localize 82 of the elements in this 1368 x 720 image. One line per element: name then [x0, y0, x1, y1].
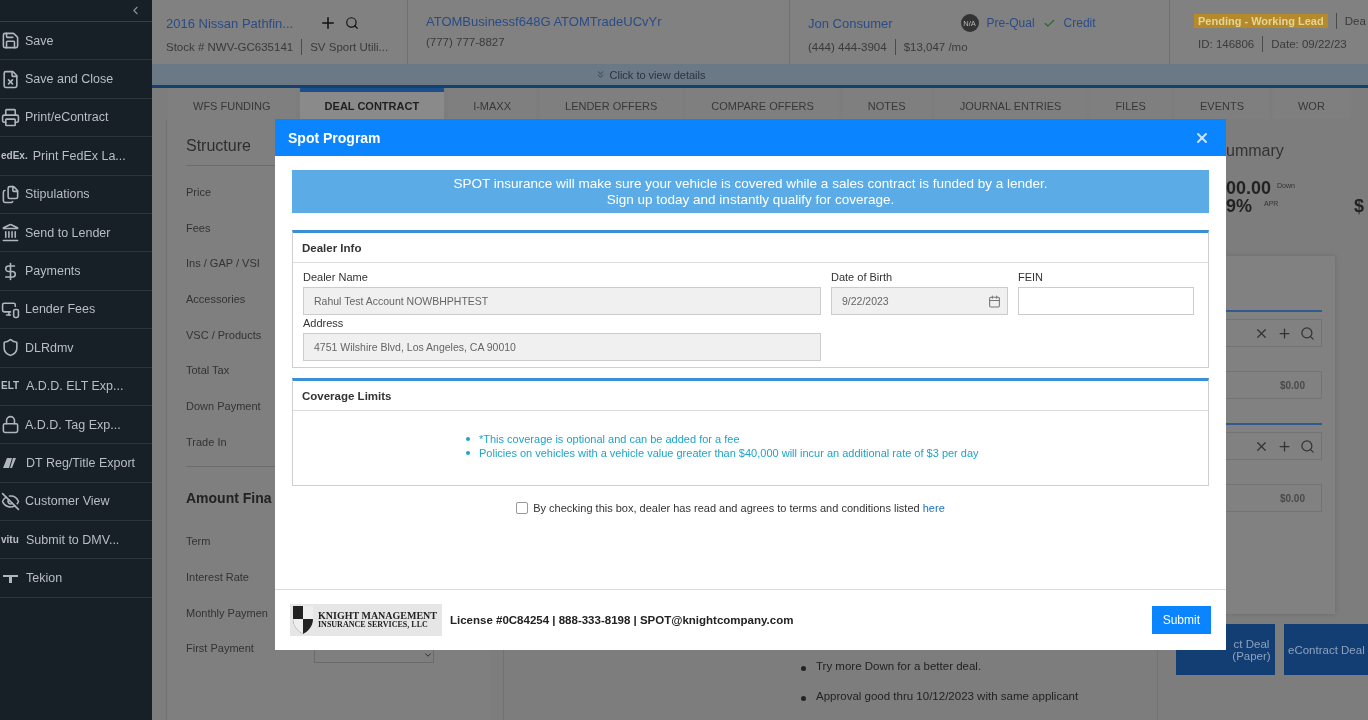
coverage-note: Policies on vehicles with a vehicle value greater than $40,000 will incur an additional rate of $3 per day: [466, 447, 1208, 459]
note-text: Try more Down for a better deal.: [801, 660, 1157, 690]
summary-title: ummary: [1226, 142, 1284, 160]
calendar-icon[interactable]: [988, 294, 1001, 308]
sidebar-item[interactable]: DLRdmv: [0, 329, 152, 368]
panel-title: Dealer Info: [293, 233, 1208, 263]
field-label: Dealer Name: [303, 271, 369, 285]
sidebar-item[interactable]: edEx. Print FedEx La...: [0, 137, 152, 176]
agree-checkbox[interactable]: [516, 502, 529, 514]
save-icon: [1, 31, 20, 51]
add-icon[interactable]: [1277, 325, 1292, 341]
shield-icon: [1, 338, 20, 358]
sidebar-item[interactable]: Print/eContract: [0, 98, 152, 138]
sidebar-item[interactable]: vitu Submit to DMV...: [0, 521, 152, 560]
logo-icon: ELT: [1, 380, 21, 393]
terms-link[interactable]: here: [922, 502, 945, 514]
sidebar-item[interactable]: ELT A.D.D. ELT Exp...: [0, 367, 152, 406]
field-label: Monthly Paymen: [186, 605, 268, 621]
sidebar-item[interactable]: Customer View: [0, 482, 152, 522]
fein-field[interactable]: [1018, 287, 1194, 315]
contact-info: License #0C84254 | 888-333-8198 | SPOT@knightcompany.com: [450, 614, 795, 626]
business-phone: (777) 777-8827: [426, 36, 506, 48]
field-label: Trade In: [186, 434, 227, 450]
company-logo: KNIGHT MANAGEMENT INSURANCE SERVICES, LLC: [290, 604, 442, 636]
contract-button[interactable]: eContract Deal: [1284, 624, 1368, 675]
banner-text: Sign up today and instantly qualify for coverage.: [605, 192, 896, 207]
sidebar-item[interactable]: Lender Fees: [0, 290, 152, 330]
status-badge: Pending - Working Lead: [1194, 14, 1328, 28]
sidebar-item[interactable]: Payments: [0, 252, 152, 291]
field-label: First Payment: [186, 641, 254, 657]
field-label: FEIN: [1018, 271, 1045, 285]
coverage-note: *This coverage is optional and can be added for a fee: [466, 433, 1208, 445]
sidebar-item[interactable]: Stipulations: [0, 175, 152, 214]
stock-number: Stock # NWV-GC635141: [166, 41, 294, 53]
bank-icon: [1, 223, 20, 243]
monitor-icon: [1, 299, 20, 319]
field-label: Address: [303, 317, 345, 331]
sidebar-item[interactable]: A.D.D. Tag Exp...: [0, 405, 152, 445]
search-icon[interactable]: [1300, 325, 1315, 341]
panel-title: Coverage Limits: [293, 381, 1208, 411]
down-amount: 00.00: [1226, 178, 1272, 199]
logo-icon: vitu: [1, 533, 21, 546]
apr-value: 9%: [1226, 196, 1252, 217]
submit-button[interactable]: Submit: [1151, 606, 1211, 634]
sidebar-item[interactable]: Send to Lender: [0, 213, 152, 253]
tekion-icon: [1, 572, 21, 585]
sidebar-item[interactable]: Tekion: [0, 559, 152, 598]
deal-date: Date: 09/22/23: [1271, 38, 1347, 50]
monthly-payment: $13,047 /mo: [903, 41, 968, 53]
save-close-icon: [1, 69, 20, 89]
field-label: Term: [186, 534, 211, 550]
printer-icon: [1, 107, 20, 127]
vehicle-type: SV Sport Utili...: [310, 41, 389, 53]
dealer-name-field[interactable]: Rahul Test Account NOWBHPHTEST: [303, 287, 821, 315]
eye-off-icon: [1, 491, 20, 511]
address-field[interactable]: 4751 Wilshire Blvd, Los Angeles, CA 90010: [303, 333, 821, 361]
field-label: Date of Birth: [831, 271, 894, 285]
field-label: Fees: [186, 220, 211, 236]
amount-value: $: [1354, 196, 1364, 217]
terms-text: By checking this box, dealer has read and agrees to terms and conditions listed here: [533, 502, 945, 514]
deal-id: ID: 146806: [1198, 38, 1255, 50]
deal-label: Dea: [1344, 15, 1366, 27]
logo-icon: edEx.: [1, 149, 28, 162]
sidebar-item[interactable]: DT Reg/Title Export: [0, 444, 152, 483]
documents-icon: [1, 184, 20, 204]
field-label: VSC / Products: [186, 327, 262, 343]
banner-text: SPOT insurance will make sure your vehicle is covered while a sales contract is funded by a lender.: [452, 176, 1049, 191]
add-icon[interactable]: [1277, 438, 1292, 454]
date-field[interactable]: 9/22/2023: [831, 287, 1008, 315]
search-icon[interactable]: [345, 16, 360, 30]
field-label: Total Tax: [186, 363, 230, 379]
tab[interactable]: DEAL CONTRACT: [299, 88, 445, 119]
customer-phone: (444) 444-3904: [808, 41, 887, 53]
note-text: Approval good thru 10/12/2023 with same applicant: [801, 690, 1157, 720]
field-label: Price: [186, 184, 212, 200]
field-label: Interest Rate: [186, 570, 249, 586]
field-label: Ins / GAP / VSI: [186, 256, 260, 272]
search-icon[interactable]: [1300, 438, 1315, 454]
field-label: Down Payment: [186, 398, 261, 414]
section-title: Amount Fina: [186, 489, 272, 506]
field-label: Accessories: [186, 291, 246, 307]
details-toggle[interactable]: Click to view details: [609, 68, 706, 81]
